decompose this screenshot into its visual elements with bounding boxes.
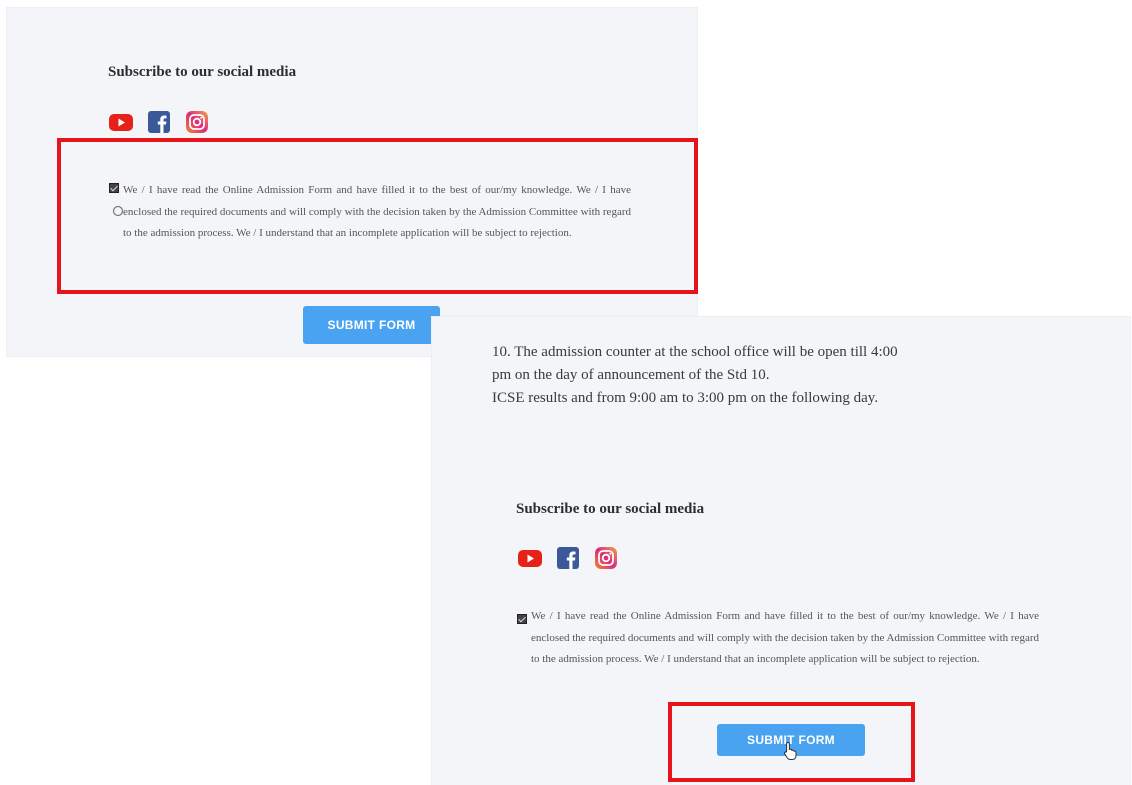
youtube-icon[interactable] bbox=[518, 546, 542, 570]
mouse-pointer-icon bbox=[112, 205, 124, 217]
admission-counter-info: 10. The admission counter at the school … bbox=[492, 341, 898, 410]
hand-cursor-icon bbox=[783, 741, 797, 760]
info-line: 10. The admission counter at the school … bbox=[492, 344, 898, 360]
submit-form-button[interactable]: SUBMIT FORM bbox=[303, 306, 440, 344]
social-icons-row bbox=[109, 110, 209, 134]
info-line: ICSE results and from 9:00 am to 3:00 pm… bbox=[492, 390, 879, 406]
instagram-icon[interactable] bbox=[594, 546, 618, 570]
youtube-icon[interactable] bbox=[109, 110, 133, 134]
top-screenshot-panel: Subscribe to our social media We / I hav… bbox=[7, 8, 697, 356]
info-line: pm on the day of announcement of the Std… bbox=[492, 367, 770, 383]
consent-checkbox[interactable] bbox=[109, 183, 119, 193]
social-media-heading: Subscribe to our social media bbox=[108, 64, 297, 80]
bottom-screenshot-panel: 10. The admission counter at the school … bbox=[432, 317, 1130, 785]
social-media-heading: Subscribe to our social media bbox=[516, 501, 705, 517]
social-icons-row bbox=[518, 546, 618, 570]
consent-checkbox[interactable] bbox=[517, 614, 527, 624]
consent-text: We / I have read the Online Admission Fo… bbox=[531, 610, 1039, 665]
instagram-icon[interactable] bbox=[185, 110, 209, 134]
facebook-icon[interactable] bbox=[556, 546, 580, 570]
consent-text: We / I have read the Online Admission Fo… bbox=[123, 184, 631, 239]
facebook-icon[interactable] bbox=[147, 110, 171, 134]
